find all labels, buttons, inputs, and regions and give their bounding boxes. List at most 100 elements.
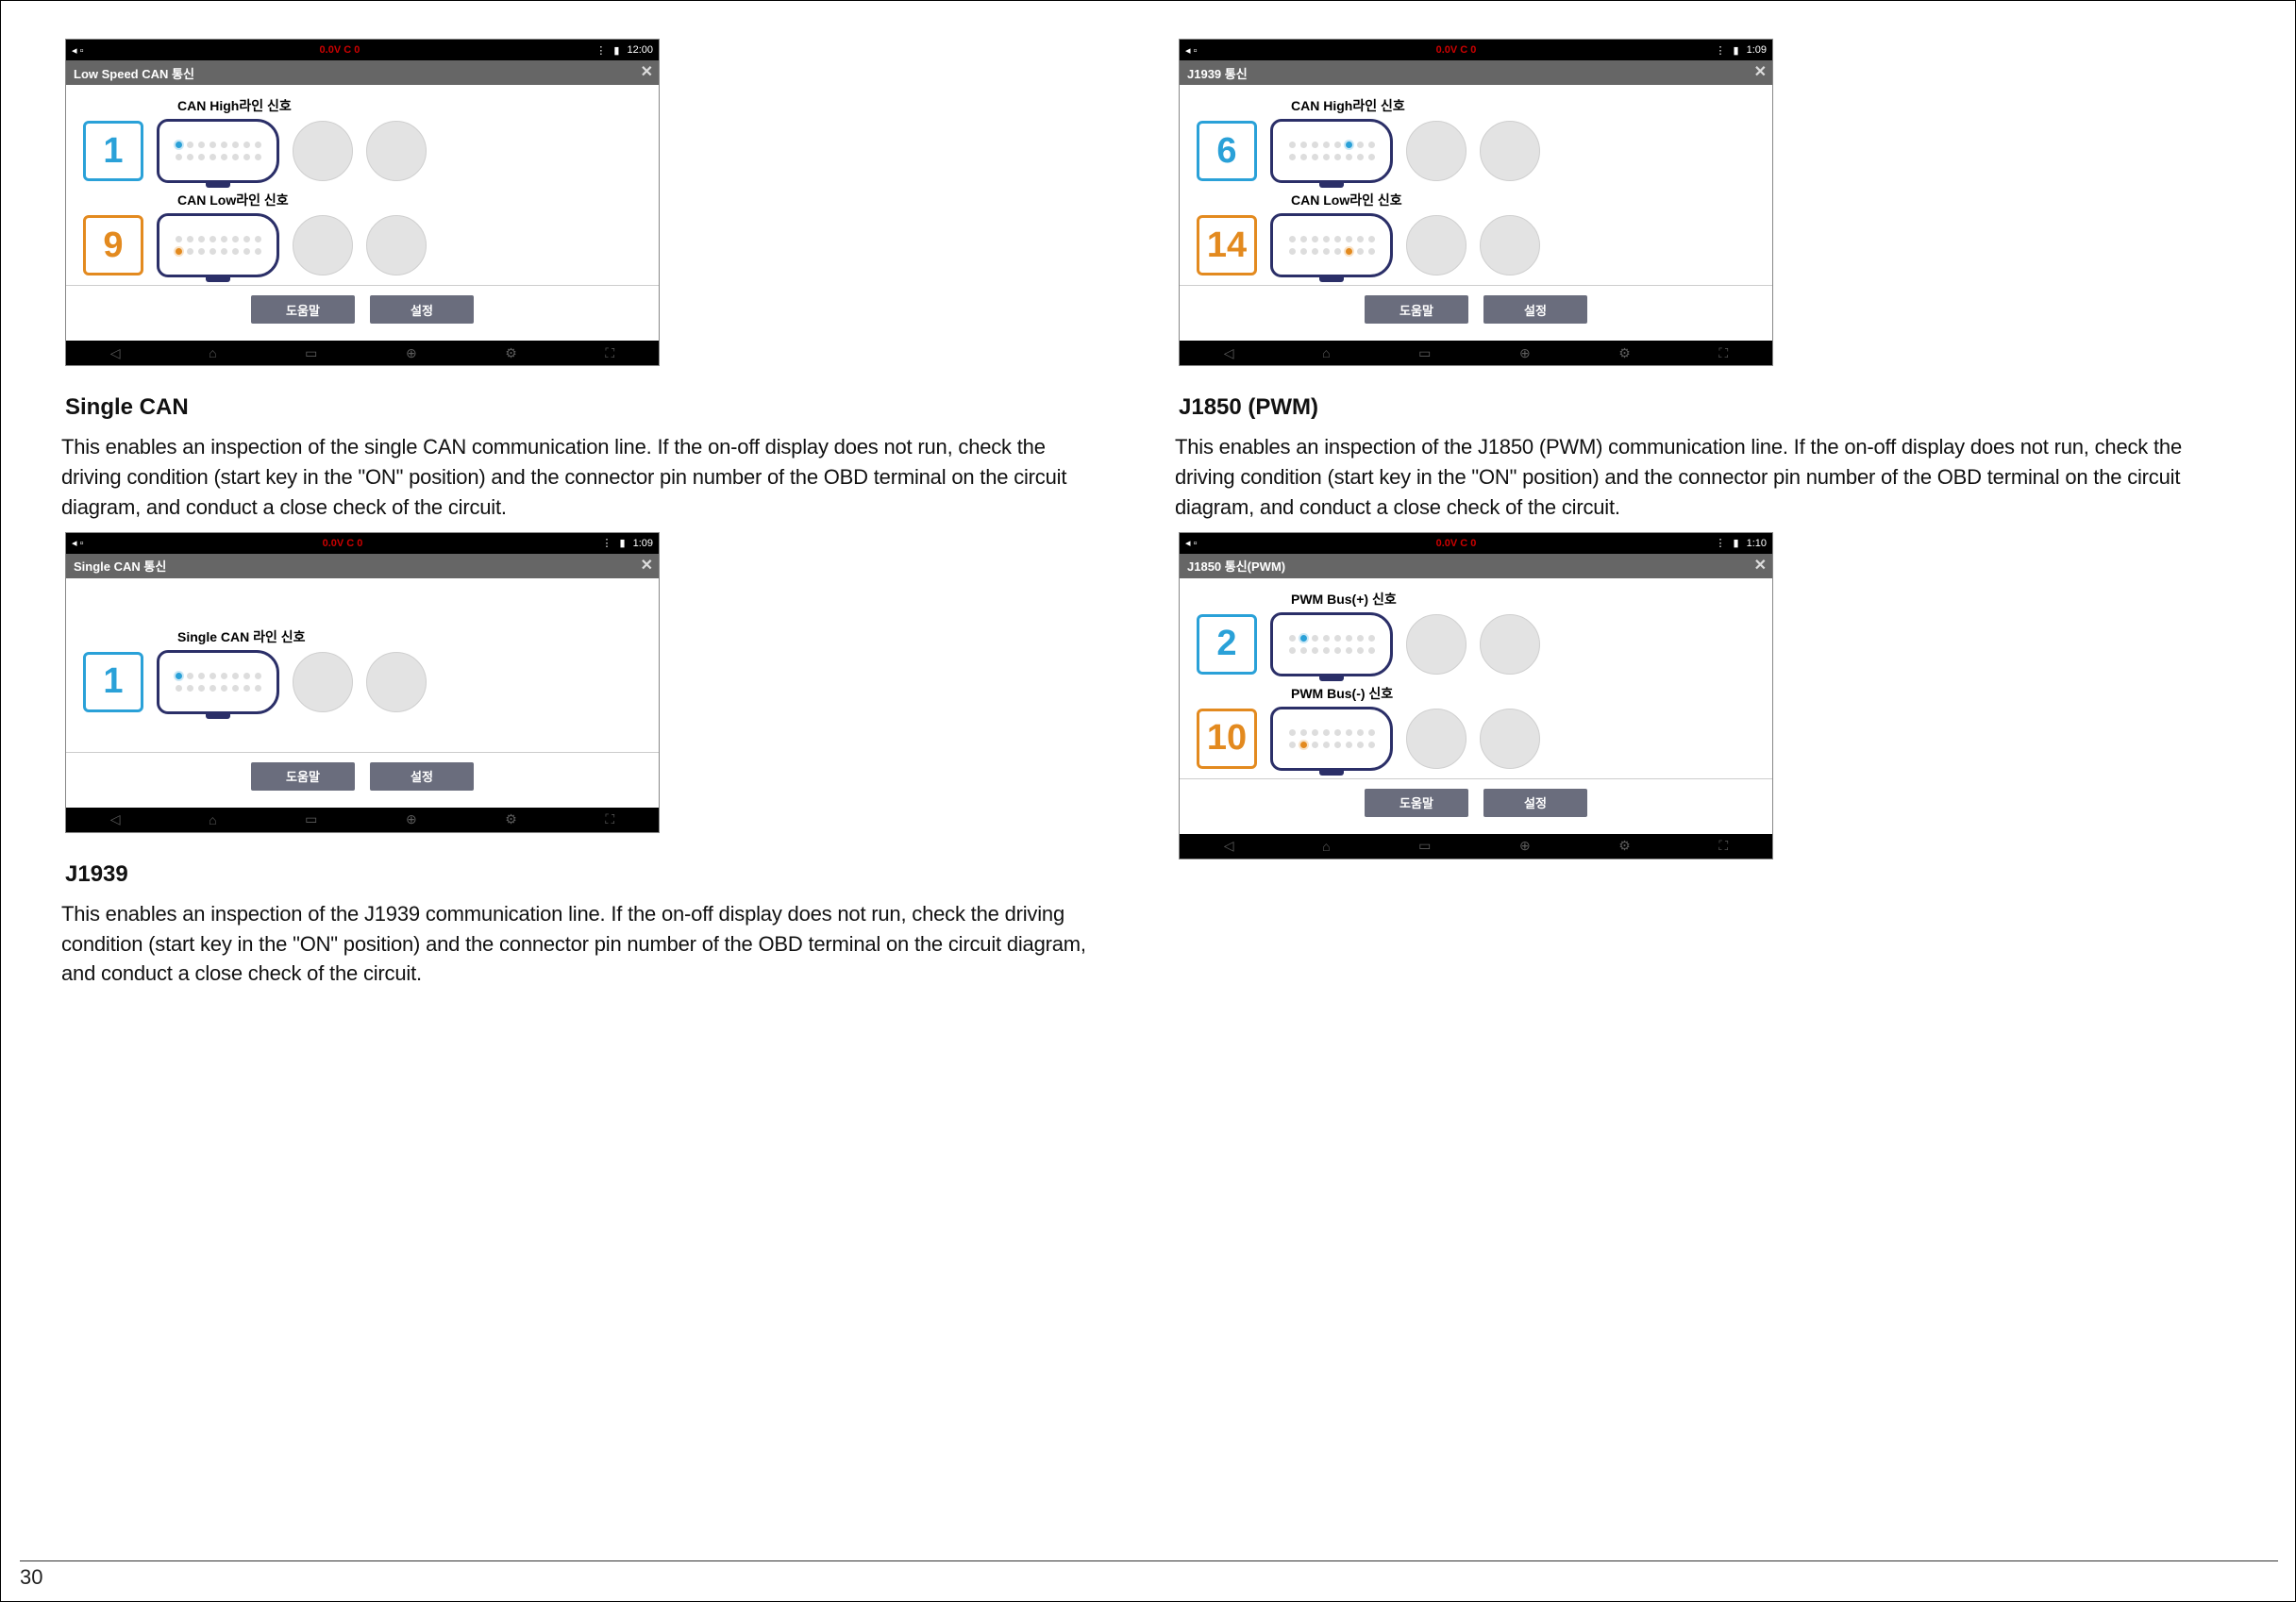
pin-number-box[interactable]: 14: [1197, 215, 1257, 275]
nav-expand-icon[interactable]: ⛶: [605, 345, 614, 361]
nav-back-icon[interactable]: ◁: [1224, 838, 1234, 854]
settings-button[interactable]: 설정: [1483, 789, 1587, 817]
nav-grid-icon[interactable]: ⊕: [406, 345, 417, 361]
signal-row-pwm-minus: PWM Bus(-) 신호 10: [1197, 684, 1755, 771]
status-time: 1:09: [633, 538, 653, 549]
indicator-circle[interactable]: [1406, 215, 1466, 275]
nav-expand-icon[interactable]: ⛶: [1718, 838, 1728, 854]
help-button[interactable]: 도움말: [1365, 295, 1468, 324]
android-nav-bar: ◁ ⌂ ▭ ⊕ ⚙ ⛶: [1180, 341, 1772, 365]
nav-recent-icon[interactable]: ▭: [305, 811, 317, 827]
indicator-circle[interactable]: [1406, 614, 1466, 675]
status-bar: ◂ ▫ 0.0V C 0 ⋮▮1:09: [66, 533, 659, 554]
nav-back-icon[interactable]: ◁: [1224, 345, 1234, 361]
wifi-icon: ⋮: [1716, 44, 1726, 57]
nav-back-icon[interactable]: ◁: [110, 811, 121, 827]
section-heading: Single CAN: [65, 394, 1114, 421]
settings-button[interactable]: 설정: [370, 762, 474, 791]
section-heading: J1939: [65, 861, 1114, 888]
section-body: This enables an inspection of the J1850 …: [1171, 432, 2228, 523]
obd-connector-icon[interactable]: [1270, 612, 1393, 676]
indicator-circle[interactable]: [366, 121, 427, 181]
signal-label: PWM Bus(-) 신호: [1291, 684, 1755, 703]
indicator-circle[interactable]: [1480, 709, 1540, 769]
nav-home-icon[interactable]: ⌂: [1322, 839, 1330, 854]
pin-number-box[interactable]: 1: [83, 652, 143, 712]
pin-number-box[interactable]: 6: [1197, 121, 1257, 181]
indicator-circle[interactable]: [1480, 215, 1540, 275]
indicator-circle[interactable]: [293, 652, 353, 712]
status-bar: ◂ ▫ 0.0V C 0 ⋮▮1:10: [1180, 533, 1772, 554]
status-bar: ◂ ▫ 0.0V C 0 ⋮▮1:09: [1180, 40, 1772, 60]
screen-title: Low Speed CAN 통신: [74, 64, 194, 82]
help-button[interactable]: 도움말: [251, 762, 355, 791]
indicator-circle[interactable]: [293, 215, 353, 275]
nav-settings-icon[interactable]: ⚙: [505, 811, 517, 827]
indicator-circle[interactable]: [1406, 709, 1466, 769]
wifi-icon: ⋮: [602, 537, 612, 549]
status-time: 12:00: [627, 44, 653, 56]
nav-settings-icon[interactable]: ⚙: [1618, 345, 1631, 361]
nav-recent-icon[interactable]: ▭: [1418, 345, 1431, 361]
obd-connector-icon[interactable]: [1270, 707, 1393, 771]
screenshot-single-can: ◂ ▫ 0.0V C 0 ⋮▮1:09 Single CAN 통신 ✕ Sing…: [65, 532, 660, 833]
screenshot-j1850-pwm: ◂ ▫ 0.0V C 0 ⋮▮1:10 J1850 통신(PWM) ✕ PWM …: [1179, 532, 1773, 859]
close-icon[interactable]: ✕: [1754, 556, 1767, 575]
pin-number-box[interactable]: 10: [1197, 709, 1257, 769]
title-bar: Single CAN 통신 ✕: [66, 554, 659, 578]
close-icon[interactable]: ✕: [1754, 62, 1767, 81]
help-button[interactable]: 도움말: [251, 295, 355, 324]
voltage-indicator: 0.0V C 0: [323, 538, 363, 549]
obd-connector-icon[interactable]: [1270, 119, 1393, 183]
nav-expand-icon[interactable]: ⛶: [605, 811, 614, 827]
signal-label: CAN High라인 신호: [177, 96, 642, 115]
indicator-circle[interactable]: [1480, 121, 1540, 181]
status-time: 1:10: [1747, 538, 1767, 549]
battery-icon: ▮: [613, 44, 619, 57]
nav-recent-icon[interactable]: ▭: [305, 345, 317, 361]
obd-connector-icon[interactable]: [157, 119, 279, 183]
pin-number-box[interactable]: 9: [83, 215, 143, 275]
obd-connector-icon[interactable]: [1270, 213, 1393, 277]
signal-label: CAN Low라인 신호: [177, 191, 642, 209]
page-number: 30: [20, 1560, 2278, 1590]
voltage-indicator: 0.0V C 0: [1436, 538, 1477, 549]
signal-label: Single CAN 라인 신호: [177, 627, 642, 646]
settings-button[interactable]: 설정: [1483, 295, 1587, 324]
indicator-circle[interactable]: [366, 215, 427, 275]
help-button[interactable]: 도움말: [1365, 789, 1468, 817]
title-bar: J1939 통신 ✕: [1180, 60, 1772, 85]
pin-number-box[interactable]: 1: [83, 121, 143, 181]
nav-grid-icon[interactable]: ⊕: [1519, 345, 1531, 361]
nav-expand-icon[interactable]: ⛶: [1718, 345, 1728, 361]
nav-settings-icon[interactable]: ⚙: [1618, 838, 1631, 854]
close-icon[interactable]: ✕: [641, 556, 653, 575]
indicator-circle[interactable]: [366, 652, 427, 712]
screen-title: J1850 통신(PWM): [1187, 557, 1285, 575]
settings-button[interactable]: 설정: [370, 295, 474, 324]
obd-connector-icon[interactable]: [157, 213, 279, 277]
pin-number-box[interactable]: 2: [1197, 614, 1257, 675]
indicator-circle[interactable]: [1406, 121, 1466, 181]
signal-row-can-high: CAN High라인 신호 1: [83, 96, 642, 183]
nav-home-icon[interactable]: ⌂: [1322, 345, 1330, 360]
signal-row-can-low: CAN Low라인 신호 9: [83, 191, 642, 277]
signal-row-can-low: CAN Low라인 신호 14: [1197, 191, 1755, 277]
nav-recent-icon[interactable]: ▭: [1418, 838, 1431, 854]
nav-grid-icon[interactable]: ⊕: [406, 811, 417, 827]
screen-title: J1939 통신: [1187, 64, 1248, 82]
indicator-circle[interactable]: [293, 121, 353, 181]
indicator-circle[interactable]: [1480, 614, 1540, 675]
android-nav-bar: ◁ ⌂ ▭ ⊕ ⚙ ⛶: [66, 808, 659, 832]
title-bar: Low Speed CAN 통신 ✕: [66, 60, 659, 85]
close-icon[interactable]: ✕: [641, 62, 653, 81]
nav-home-icon[interactable]: ⌂: [209, 345, 216, 360]
android-nav-bar: ◁ ⌂ ▭ ⊕ ⚙ ⛶: [66, 341, 659, 365]
nav-back-icon[interactable]: ◁: [110, 345, 121, 361]
nav-home-icon[interactable]: ⌂: [209, 812, 216, 827]
nav-settings-icon[interactable]: ⚙: [505, 345, 517, 361]
obd-connector-icon[interactable]: [157, 650, 279, 714]
nav-grid-icon[interactable]: ⊕: [1519, 838, 1531, 854]
left-column: ◂ ▫ 0.0V C 0 ⋮▮12:00 Low Speed CAN 통신 ✕ …: [58, 39, 1114, 1017]
status-bar: ◂ ▫ 0.0V C 0 ⋮▮12:00: [66, 40, 659, 60]
